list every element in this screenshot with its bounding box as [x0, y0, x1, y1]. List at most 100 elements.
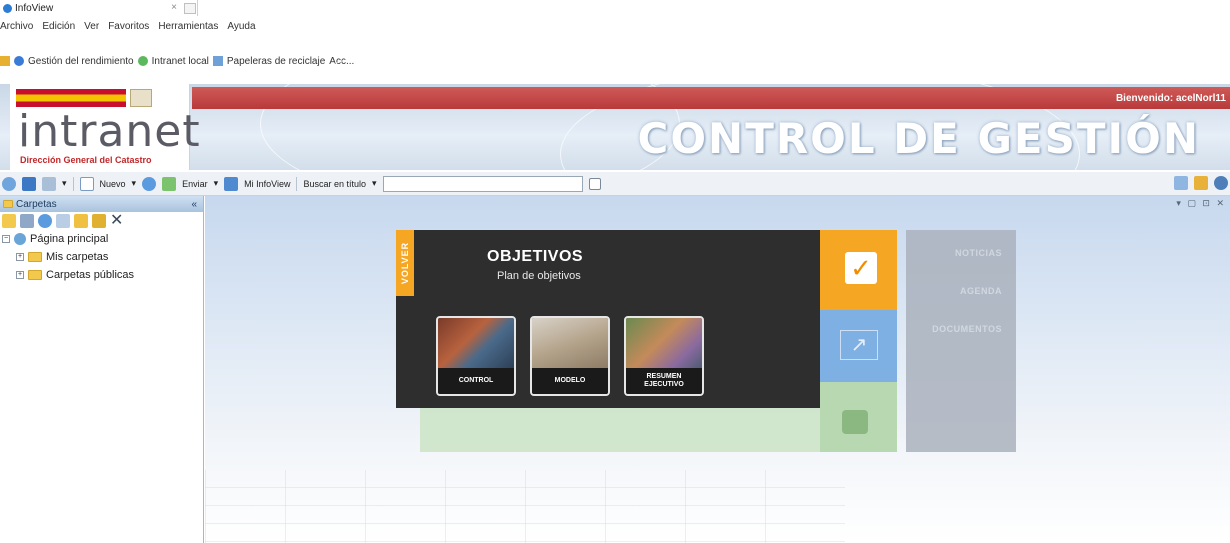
folder-tree: − Página principal + Mis carpetas + Carp…: [0, 230, 203, 284]
side-menu-panel: NOTICIAS AGENDA DOCUMENTOS: [906, 230, 1016, 452]
chevron-down-icon[interactable]: ▾: [214, 178, 219, 189]
paste-icon[interactable]: [92, 214, 106, 228]
objetivos-subtitle: Plan de objetivos: [497, 270, 581, 282]
menu-herramientas[interactable]: Herramientas: [158, 21, 218, 32]
intranet-logo-text: intranet: [18, 106, 201, 157]
folder-icon: [28, 270, 42, 280]
browser-tab[interactable]: InfoView ×: [0, 0, 198, 16]
menu-ver[interactable]: Ver: [84, 21, 99, 32]
menu-bar: Archivo Edición Ver Favoritos Herramient…: [0, 18, 1230, 34]
search-scope-dropdown[interactable]: Buscar en título: [303, 179, 366, 189]
fav-papeleras[interactable]: Papeleras de reciclaje: [227, 56, 325, 67]
tree-item-root[interactable]: − Página principal: [2, 230, 203, 248]
new-folder-icon[interactable]: [2, 214, 16, 228]
browser-tab-bar: InfoView ×: [0, 0, 1230, 16]
card-resumen-ejecutivo[interactable]: RESUMEN EJECUTIVO: [624, 316, 704, 396]
sync-icon[interactable]: [142, 176, 157, 191]
fav-intranet-local[interactable]: Intranet local: [152, 56, 209, 67]
side-menu-noticias[interactable]: NOTICIAS: [955, 248, 1002, 258]
menu-archivo[interactable]: Archivo: [0, 21, 33, 32]
list-view-icon[interactable]: [22, 176, 36, 191]
spain-flag-icon: [16, 89, 126, 107]
folders-pane-header: Carpetas «: [0, 196, 203, 212]
help-icon[interactable]: [1214, 176, 1228, 190]
details-view-icon[interactable]: [42, 176, 56, 191]
expand-icon[interactable]: +: [16, 253, 24, 261]
folders-pane-title: Carpetas: [16, 198, 57, 210]
new-document-icon: [79, 176, 94, 191]
new-tab-button[interactable]: [184, 3, 196, 14]
tree-item-label: Página principal: [30, 233, 109, 245]
folders-pane: Carpetas « ✕ − Página principal + Mis ca…: [0, 196, 204, 543]
move-folder-icon[interactable]: [74, 214, 88, 228]
puzzle-icon: [842, 410, 868, 434]
tree-item-label: Mis carpetas: [46, 251, 109, 263]
coat-of-arms-icon: [130, 89, 152, 107]
search-input[interactable]: [382, 175, 583, 192]
volver-label: VOLVER: [400, 241, 410, 285]
welcome-text: Bienvenido: acelNorl11: [1115, 93, 1226, 104]
background-grid: [205, 470, 845, 543]
tree-item-carpetas-publicas[interactable]: + Carpetas públicas: [2, 266, 203, 284]
chart-icon: ↗: [840, 330, 878, 360]
tab-close-icon[interactable]: ×: [171, 2, 177, 13]
tree-item-mis-carpetas[interactable]: + Mis carpetas: [2, 248, 203, 266]
fav-gestion-rendimiento[interactable]: Gestión del rendimiento: [28, 56, 134, 67]
chevron-down-icon[interactable]: ▾: [62, 178, 67, 189]
home-icon: [14, 233, 26, 245]
properties-icon[interactable]: [20, 214, 34, 228]
expand-icon[interactable]: +: [16, 271, 24, 279]
government-logo: [16, 88, 166, 108]
collapse-icon[interactable]: −: [2, 235, 10, 243]
card-label: CONTROL: [438, 368, 514, 394]
window-controls[interactable]: ▾ ▢ ⊡ ✕: [1176, 198, 1226, 209]
menu-favoritos[interactable]: Favoritos: [108, 21, 149, 32]
side-menu-documentos[interactable]: DOCUMENTOS: [932, 324, 1002, 334]
toolbar-right: [1174, 176, 1228, 190]
card-label: RESUMEN EJECUTIVO: [626, 368, 702, 394]
menu-ayuda[interactable]: Ayuda: [227, 21, 255, 32]
card-label: MODELO: [532, 368, 608, 394]
menu-edicion[interactable]: Edición: [42, 21, 75, 32]
chevron-down-icon[interactable]: ▾: [372, 178, 377, 189]
delete-icon[interactable]: ✕: [110, 213, 123, 229]
refresh-folders-icon[interactable]: [38, 214, 52, 228]
refresh-icon[interactable]: [2, 176, 16, 191]
ie-icon: [3, 3, 12, 13]
organization-name: Dirección General del Catastro: [20, 155, 152, 165]
folder-icon: [28, 252, 42, 262]
favorites-star-icon: [0, 56, 10, 66]
banner-red-bar: [192, 87, 1230, 109]
card-modelo[interactable]: MODELO: [530, 316, 610, 396]
collapse-pane-icon[interactable]: «: [191, 199, 197, 210]
page-title: CONTROL DE GESTIÓN: [637, 114, 1200, 163]
ie-page-icon: [14, 56, 24, 66]
infoview-toolbar: ▾ Nuevo ▾ Enviar ▾ Mi InfoView Buscar en…: [0, 172, 1230, 196]
tree-item-label: Carpetas públicas: [46, 269, 135, 281]
user-icon[interactable]: [1194, 176, 1208, 190]
tab-title: InfoView: [15, 2, 54, 14]
card-control[interactable]: CONTROL: [436, 316, 516, 396]
intranet-icon: [137, 56, 148, 66]
search-icon[interactable]: [588, 177, 601, 190]
send-icon: [162, 176, 177, 191]
folder-icon: [3, 200, 13, 208]
new-button[interactable]: Nuevo: [100, 179, 126, 189]
volver-button[interactable]: VOLVER: [396, 230, 414, 296]
recycle-icon: [212, 56, 223, 66]
blueprint-image: [532, 318, 608, 370]
myinfoview-button[interactable]: Mi InfoView: [244, 179, 290, 189]
folders-toolbar: ✕: [0, 212, 203, 230]
meeting-image: [626, 318, 702, 370]
toolbar-separator: [72, 176, 74, 191]
copy-icon[interactable]: [56, 214, 70, 228]
side-menu-agenda[interactable]: AGENDA: [960, 286, 1002, 296]
preferences-icon[interactable]: [1174, 176, 1188, 190]
chevron-down-icon[interactable]: ▾: [132, 178, 137, 189]
check-icon: ✓: [845, 252, 877, 284]
toolbar-separator: [296, 176, 298, 191]
green-panel: [420, 408, 820, 452]
objetivos-title: OBJETIVOS: [487, 248, 584, 265]
send-button[interactable]: Enviar: [182, 179, 208, 189]
myinfoview-icon: [224, 176, 239, 191]
